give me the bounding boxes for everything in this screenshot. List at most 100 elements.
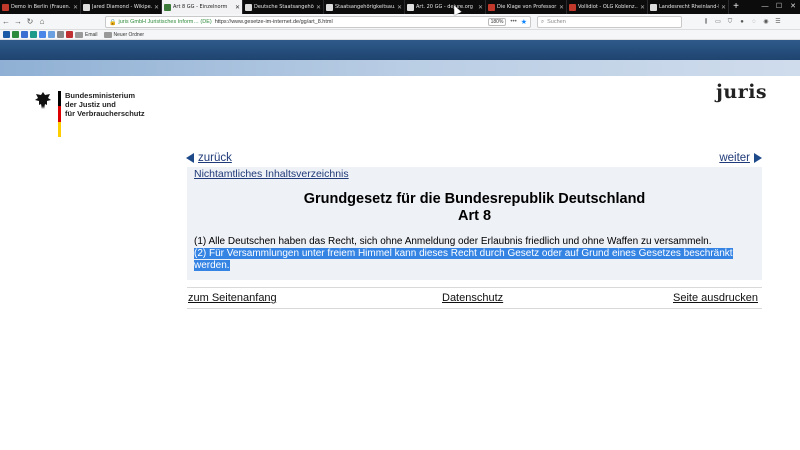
tab-label: Jared Diamond - Wikipe… <box>92 4 152 10</box>
bookmark-icon[interactable] <box>39 31 46 38</box>
library-icon[interactable]: ⫼ <box>700 16 712 28</box>
toolbar-icons: ⫼ ▭ ⛉ ● ◌ ◉ ☰ <box>700 16 784 28</box>
close-icon[interactable]: ✕ <box>154 4 159 11</box>
site-owner: juris GmbH Juristisches Inform… (DE) <box>118 19 212 25</box>
page-footer: zum Seitenanfang Datenschutz Seite ausdr… <box>188 292 758 306</box>
tab-demo-berlin[interactable]: Demo in Berlin (Frauen… ✕ <box>0 0 81 14</box>
print-link[interactable]: Seite ausdrucken <box>673 292 758 304</box>
paragraph-2: (2) Für Versammlungen unter freiem Himme… <box>194 248 739 271</box>
close-icon[interactable]: ✕ <box>640 4 645 11</box>
close-icon[interactable]: ✕ <box>478 4 483 11</box>
ministry-line-2: der Justiz und <box>65 100 116 109</box>
bookmark-icon[interactable] <box>57 31 64 38</box>
navigation-toolbar: ← → ↻ ⌂ 🔒 juris GmbH Juristisches Inform… <box>0 14 800 30</box>
window-controls: — ☐ ✕ <box>758 0 800 14</box>
zoom-indicator[interactable]: 180% <box>487 18 507 26</box>
close-icon[interactable]: ✕ <box>721 4 726 11</box>
juris-icon <box>164 3 171 11</box>
bookmark-icon[interactable] <box>30 31 37 38</box>
tab-vollidiot-olg[interactable]: Vollidiot - OLG Koblenz… ✕ <box>567 0 648 14</box>
extension-icon[interactable]: ● <box>736 16 748 28</box>
forward-arrow-icon[interactable]: → <box>12 17 24 26</box>
wikipedia-icon <box>83 3 90 11</box>
back-link[interactable]: zurück <box>186 152 232 164</box>
to-top-link[interactable]: zum Seitenanfang <box>188 292 277 304</box>
lock-icon[interactable]: 🔒 <box>109 19 116 26</box>
next-link[interactable]: weiter <box>719 152 762 164</box>
tab-landesrecht-rlp[interactable]: Landesrecht Rheinland-Pfalz… ✕ <box>648 0 729 14</box>
tab-label: Deutsche Staatsangehör… <box>254 4 314 10</box>
shield-icon[interactable]: ⛉ <box>724 16 736 28</box>
bookmark-email[interactable]: Email <box>75 31 98 38</box>
federal-eagle-icon <box>35 92 51 109</box>
juris-logo-text: juris <box>716 81 768 103</box>
close-icon[interactable]: ✕ <box>73 4 78 11</box>
minimize-icon[interactable]: — <box>758 0 772 14</box>
bookmark-star-icon[interactable]: ★ <box>521 18 527 26</box>
sidebar-icon[interactable]: ▭ <box>712 16 724 28</box>
address-bar[interactable]: 🔒 juris GmbH Juristisches Inform… (DE) h… <box>105 16 531 28</box>
close-window-icon[interactable]: ✕ <box>786 0 800 14</box>
new-tab-button[interactable]: + <box>729 0 743 14</box>
ministry-line-3: für Verbraucherschutz <box>65 109 145 118</box>
tab-jared-diamond[interactable]: Jared Diamond - Wikipe… ✕ <box>81 0 162 14</box>
extension-icon[interactable]: ◉ <box>760 16 772 28</box>
article-navigation: zurück weiter <box>186 152 762 166</box>
red-icon <box>488 3 495 11</box>
close-icon[interactable]: ✕ <box>397 4 402 11</box>
back-link-text[interactable]: zurück <box>198 152 232 164</box>
bookmarks-bar: Email Neuer Ordner <box>0 30 800 40</box>
article-content: Nichtamtliches Inhaltsverzeichnis Grundg… <box>187 167 762 280</box>
bookmark-icon[interactable] <box>12 31 19 38</box>
folder-icon <box>103 31 112 38</box>
ministry-logo[interactable]: Bundesministerium der Justiz und für Ver… <box>34 91 145 137</box>
tab-label: Landesrecht Rheinland-Pfalz… <box>659 4 719 10</box>
tab-label: Die Klage von Professor… <box>497 4 557 10</box>
tab-staatsangehoerigkeitsausweis[interactable]: Staatsangehörigkeitsau… ✕ <box>324 0 405 14</box>
search-placeholder: Suchen <box>547 19 566 25</box>
selected-text[interactable]: (2) Für Versammlungen unter freiem Himme… <box>194 248 733 271</box>
red-icon <box>569 3 576 11</box>
tab-art8-gg[interactable]: Art 8 GG - Einzelnorm ✕ <box>162 0 243 14</box>
page-icon <box>650 3 657 11</box>
tab-bar: Demo in Berlin (Frauen… ✕ Jared Diamond … <box>0 0 800 14</box>
ministry-line-1: Bundesministerium <box>65 91 136 100</box>
tab-label: Vollidiot - OLG Koblenz… <box>578 4 638 10</box>
wikipedia-icon <box>326 3 333 11</box>
tab-staatsangehoerigkeit[interactable]: Deutsche Staatsangehör… ✕ <box>243 0 324 14</box>
wikipedia-icon <box>245 3 252 11</box>
dejure-icon <box>407 3 414 11</box>
close-icon[interactable]: ✕ <box>559 4 564 11</box>
menu-icon[interactable]: ☰ <box>772 16 784 28</box>
tab-klage-professor[interactable]: Die Klage von Professor… ✕ <box>486 0 567 14</box>
bookmark-icon[interactable] <box>3 31 10 38</box>
bookmark-icon[interactable] <box>48 31 55 38</box>
bookmark-label: Neuer Ordner <box>113 31 145 38</box>
ministry-name: Bundesministerium der Justiz und für Ver… <box>65 91 145 137</box>
maximize-icon[interactable]: ☐ <box>772 0 786 14</box>
privacy-link[interactable]: Datenschutz <box>442 292 503 304</box>
bookmark-icon[interactable] <box>21 31 28 38</box>
site-banner <box>0 40 800 60</box>
home-icon[interactable]: ⌂ <box>36 17 48 26</box>
tab-art20-dejure[interactable]: Art. 20 GG - dejure.org ✕ <box>405 0 486 14</box>
tab-label: Staatsangehörigkeitsau… <box>335 4 395 10</box>
reload-icon[interactable]: ↻ <box>24 17 36 26</box>
search-input[interactable]: ⌕ Suchen <box>537 16 682 28</box>
divider <box>187 287 762 288</box>
extension-icon[interactable]: ◌ <box>748 16 760 28</box>
bookmark-icon[interactable] <box>66 31 73 38</box>
next-link-text[interactable]: weiter <box>719 152 750 164</box>
close-icon[interactable]: ✕ <box>235 4 240 11</box>
arrow-left-icon[interactable] <box>186 153 194 163</box>
arrow-right-icon[interactable] <box>754 153 762 163</box>
juris-logo[interactable]: juris <box>716 81 767 103</box>
back-arrow-icon[interactable]: ← <box>0 17 12 26</box>
url-text[interactable]: https://www.gesetze-im-internet.de/gg/ar… <box>215 19 333 25</box>
bookmark-neuer-ordner[interactable]: Neuer Ordner <box>103 31 145 38</box>
close-icon[interactable]: ✕ <box>316 4 321 11</box>
page-actions-icon[interactable]: ••• <box>510 19 516 25</box>
tab-label: Demo in Berlin (Frauen… <box>11 4 71 10</box>
toc-link[interactable]: Nichtamtliches Inhaltsverzeichnis <box>194 168 349 180</box>
banner-gradient <box>0 60 800 76</box>
